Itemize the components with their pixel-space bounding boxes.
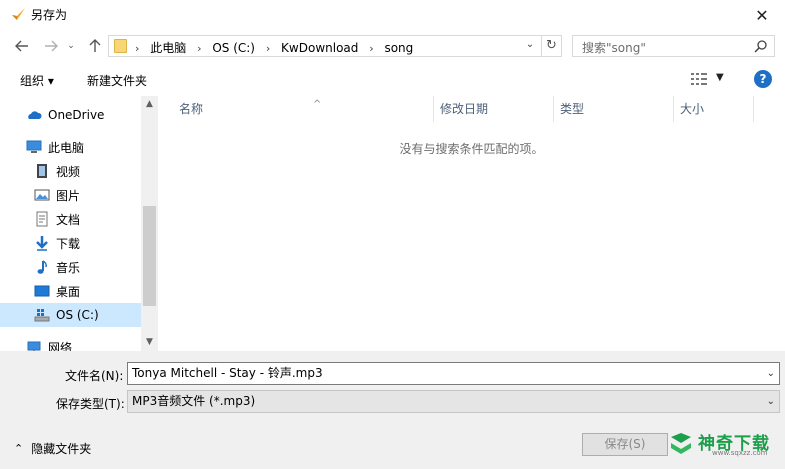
file-list: ^ 名称 修改日期 类型 大小 没有与搜索条件匹配的项。	[158, 96, 785, 351]
column-header-type[interactable]: 类型	[554, 96, 674, 122]
scroll-down-icon[interactable]: ▼	[141, 334, 158, 351]
navigation-pane: OneDrive 此电脑 视频 图片 文档 下载 音乐 桌面 OS (C:) 网…	[0, 96, 158, 351]
up-button[interactable]	[85, 36, 105, 56]
breadcrumb-separator-icon: ›	[135, 42, 140, 55]
nav-item-videos[interactable]: 视频	[0, 159, 141, 183]
close-button[interactable]: ✕	[739, 0, 785, 30]
nav-item-label: 下载	[56, 236, 81, 251]
save-form: 文件名(N): Tonya Mitchell - Stay - 铃声.mp3 ⌄…	[0, 351, 785, 469]
watermark-logo: 神奇下载 www.sqxzz.com	[668, 425, 780, 465]
nav-item-desktop[interactable]: 桌面	[0, 279, 141, 303]
organize-button[interactable]: 组织 ▾	[20, 72, 54, 89]
view-options-icon[interactable]	[691, 73, 707, 85]
network-icon	[26, 339, 42, 351]
nav-item-downloads[interactable]: 下载	[0, 231, 141, 255]
computer-icon	[26, 139, 42, 155]
watermark-icon	[671, 433, 691, 454]
nav-item-label: 桌面	[56, 284, 81, 299]
watermark-url: www.sqxzz.com	[712, 449, 768, 457]
nav-item-pictures[interactable]: 图片	[0, 183, 141, 207]
window-title: 另存为	[31, 8, 68, 22]
nav-item-label: 此电脑	[48, 140, 85, 155]
nav-item-label: 音乐	[56, 260, 81, 275]
column-header-date-modified[interactable]: 修改日期	[434, 96, 554, 122]
drive-icon	[34, 307, 50, 323]
nav-item-label: OS (C:)	[56, 308, 99, 322]
arrow-up-icon	[89, 39, 101, 52]
address-bar[interactable]: › 此电脑 › OS (C:) › KwDownload › song ⌄ ↻	[108, 35, 562, 57]
search-placeholder: 搜索"song"	[582, 41, 646, 55]
video-icon	[34, 163, 50, 179]
close-icon: ✕	[755, 5, 769, 25]
nav-item-network[interactable]: 网络	[0, 335, 141, 351]
chevron-up-icon: ⌃	[14, 442, 24, 455]
breadcrumb-separator-icon: ›	[369, 42, 374, 55]
music-icon	[34, 259, 50, 275]
hide-folders-button[interactable]: ⌃ 隐藏文件夹	[14, 440, 91, 457]
column-header-label: 类型	[560, 102, 585, 116]
nav-item-label: 视频	[56, 164, 81, 179]
cloud-icon	[26, 107, 42, 123]
title-bar: 另存为 ✕	[0, 0, 785, 30]
nav-item-label: 文档	[56, 212, 81, 227]
filename-field[interactable]: Tonya Mitchell - Stay - 铃声.mp3 ⌄	[127, 362, 780, 385]
filetype-value: MP3音频文件 (*.mp3)	[132, 394, 256, 408]
empty-folder-message: 没有与搜索条件匹配的项。	[399, 142, 544, 156]
save-button[interactable]: 保存(S)	[582, 433, 668, 456]
nav-item-os-c[interactable]: OS (C:)	[0, 303, 141, 327]
filename-value: Tonya Mitchell - Stay - 铃声.mp3	[132, 366, 323, 380]
search-input[interactable]: 搜索"song"	[572, 35, 775, 57]
nav-item-label: 图片	[56, 188, 81, 203]
nav-item-documents[interactable]: 文档	[0, 207, 141, 231]
chevron-down-icon[interactable]: ⌄	[767, 363, 775, 384]
help-icon[interactable]: ?	[754, 70, 772, 88]
breadcrumb: › 此电脑 › OS (C:) › KwDownload › song	[135, 39, 413, 56]
hide-folders-label: 隐藏文件夹	[31, 442, 92, 456]
breadcrumb-item[interactable]: 此电脑	[150, 41, 186, 55]
forward-button[interactable]	[41, 36, 61, 56]
nav-item-onedrive[interactable]: OneDrive	[0, 103, 141, 127]
nav-item-this-pc[interactable]: 此电脑	[0, 135, 141, 159]
chevron-down-icon: ⌄	[67, 41, 75, 51]
navigation-bar: ⌄ › 此电脑 › OS (C:) › KwDownload › song ⌄ …	[0, 30, 785, 62]
scrollbar-thumb[interactable]	[143, 206, 156, 306]
download-icon	[34, 235, 50, 251]
nav-pane-scrollbar[interactable]: ▲ ▼	[141, 96, 158, 351]
address-dropdown-icon[interactable]: ⌄	[523, 39, 537, 53]
app-icon	[12, 8, 25, 20]
chevron-down-icon: ⌄	[766, 396, 775, 407]
breadcrumb-item[interactable]: KwDownload	[281, 41, 358, 55]
breadcrumb-item[interactable]: OS (C:)	[212, 41, 255, 55]
column-header-name[interactable]: ^ 名称	[173, 96, 434, 122]
column-header-label: 修改日期	[440, 102, 489, 116]
nav-item-music[interactable]: 音乐	[0, 255, 141, 279]
filetype-label: 保存类型(T):	[56, 397, 125, 411]
column-header-label: 名称	[179, 102, 204, 116]
command-bar: 组织 ▾ 新建文件夹 ▼ ?	[0, 62, 785, 96]
breadcrumb-item[interactable]: song	[384, 41, 413, 55]
arrow-right-icon	[45, 40, 58, 52]
new-folder-button[interactable]: 新建文件夹	[87, 72, 147, 89]
desktop-icon	[34, 283, 50, 299]
breadcrumb-separator-icon: ›	[197, 42, 202, 55]
back-button[interactable]	[12, 36, 32, 56]
folder-icon	[114, 39, 127, 53]
picture-icon	[34, 187, 50, 203]
sort-ascending-icon: ^	[313, 99, 322, 110]
scroll-up-icon[interactable]: ▲	[141, 96, 158, 113]
column-header-label: 大小	[680, 102, 705, 116]
nav-item-label: OneDrive	[48, 108, 105, 122]
view-dropdown-icon[interactable]: ▼	[716, 72, 724, 83]
nav-item-label: 网络	[48, 340, 73, 352]
refresh-icon[interactable]: ↻	[541, 36, 561, 56]
filetype-select[interactable]: MP3音频文件 (*.mp3) ⌄	[127, 390, 780, 413]
column-header-size[interactable]: 大小	[674, 96, 754, 122]
search-icon	[754, 40, 767, 53]
document-icon	[34, 211, 50, 227]
arrow-left-icon	[15, 40, 28, 52]
filename-label: 文件名(N):	[65, 369, 124, 383]
recent-locations-button[interactable]: ⌄	[64, 36, 78, 56]
breadcrumb-separator-icon: ›	[265, 42, 271, 55]
